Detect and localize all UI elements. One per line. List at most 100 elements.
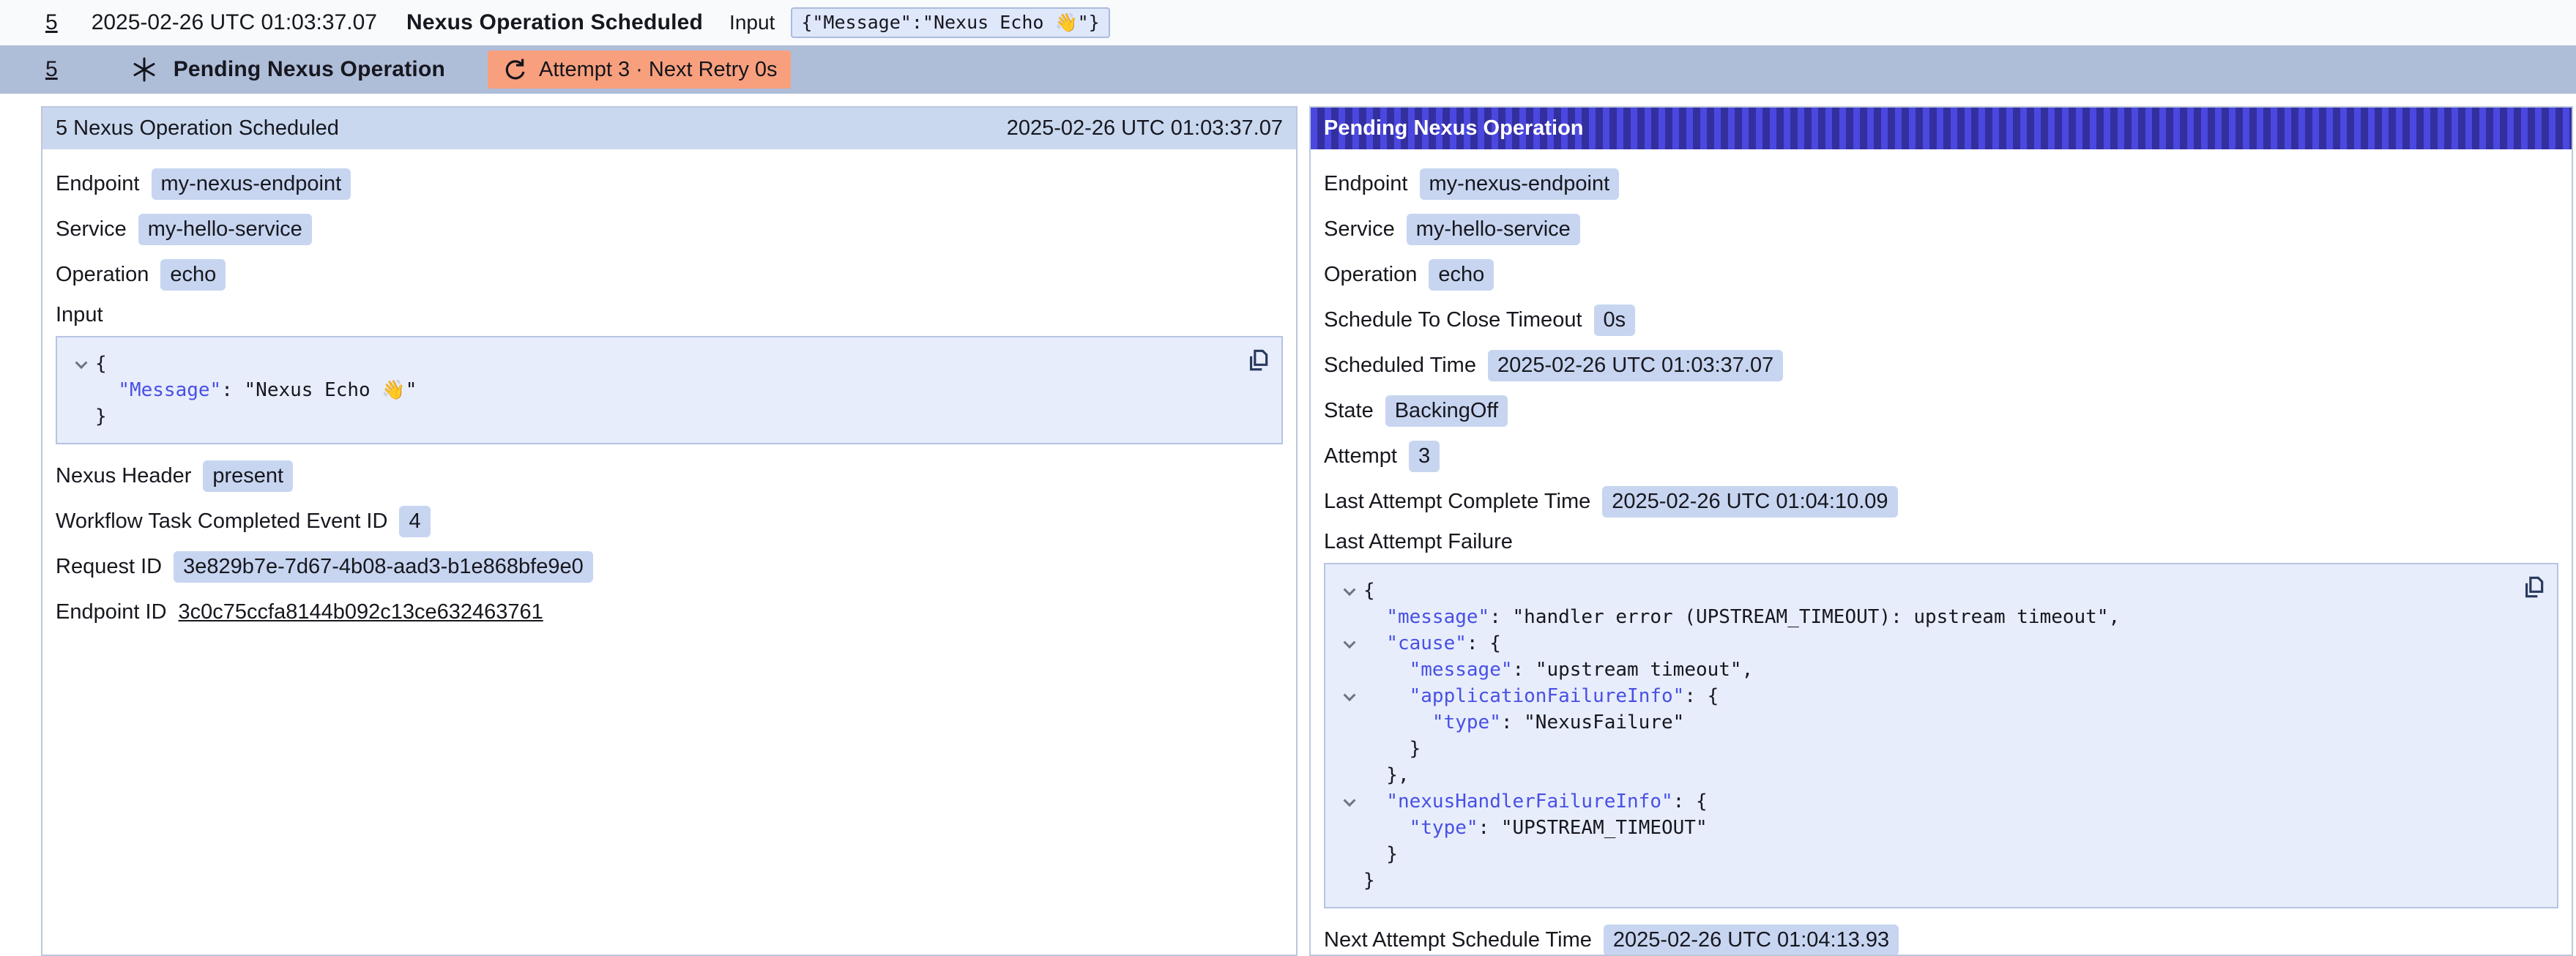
code-line: {	[67, 351, 1267, 377]
code-line: "applicationFailureInfo": {	[1336, 683, 2542, 709]
field-row: Service my-hello-service	[56, 212, 1283, 246]
field-row: Service my-hello-service	[1324, 212, 2558, 246]
code-text: }	[1363, 843, 1398, 865]
field-label: Schedule To Close Timeout	[1324, 308, 1582, 332]
field-label: Service	[56, 217, 127, 242]
collapse-chevron-icon[interactable]	[1336, 586, 1363, 595]
field-row: Schedule To Close Timeout 0s	[1324, 303, 2558, 337]
code-text: "type": "UPSTREAM_TIMEOUT"	[1363, 817, 1708, 839]
collapse-chevron-icon[interactable]	[1336, 639, 1363, 648]
input-preview-chip[interactable]: {"Message":"Nexus Echo 👋"}	[791, 7, 1109, 38]
next-attempt-field-row: Next Attempt Schedule Time 2025-02-26 UT…	[1324, 923, 2558, 956]
field-row: Scheduled Time 2025-02-26 UTC 01:03:37.0…	[1324, 348, 2558, 382]
field-label: Request ID	[56, 555, 162, 579]
field-label: Nexus Header	[56, 464, 191, 488]
code-line: "message": "handler error (UPSTREAM_TIME…	[1336, 604, 2542, 630]
field-label: State	[1324, 399, 1374, 423]
event-row-scheduled[interactable]: 5 2025-02-26 UTC 01:03:37.07 Nexus Opera…	[0, 0, 2576, 45]
field-label: Operation	[56, 263, 149, 287]
field-row: Last Attempt Complete Time 2025-02-26 UT…	[1324, 485, 2558, 518]
copy-icon[interactable]	[1243, 346, 1271, 374]
pending-id-link[interactable]: 5	[45, 57, 58, 82]
pending-title: Pending Nexus Operation	[174, 57, 445, 82]
field-label: Endpoint ID	[56, 600, 167, 624]
code-line: "cause": {	[1336, 630, 2542, 657]
collapse-chevron-icon[interactable]	[1336, 692, 1363, 701]
pending-asterisk-icon	[131, 56, 157, 83]
code-text: {	[95, 353, 107, 375]
field-value: echo	[1429, 259, 1494, 291]
code-line: {	[1336, 578, 2542, 604]
field-label: Attempt	[1324, 444, 1397, 468]
code-text: "type": "NexusFailure"	[1363, 712, 1684, 733]
scheduled-panel-header: 5 Nexus Operation Scheduled 2025-02-26 U…	[42, 108, 1296, 149]
pending-panel-title: Pending Nexus Operation	[1324, 116, 1584, 141]
pending-operation-panel: Pending Nexus Operation Endpoint my-nexu…	[1309, 106, 2573, 956]
event-id-link[interactable]: 5	[45, 10, 58, 35]
event-row-pending[interactable]: 5 Pending Nexus Operation Attempt 3 · Ne…	[0, 45, 2576, 94]
field-value: my-nexus-endpoint	[1420, 168, 1620, 200]
code-text: "message": "upstream timeout",	[1363, 659, 1753, 681]
field-row: Operation echo	[1324, 258, 2558, 291]
scheduled-panel-title: 5 Nexus Operation Scheduled	[56, 116, 339, 141]
code-line: "type": "NexusFailure"	[1336, 709, 2542, 736]
code-text: }	[1363, 870, 1375, 892]
code-line: }	[1336, 841, 2542, 867]
code-line: }	[67, 403, 1267, 430]
retry-status-badge: Attempt 3 · Next Retry 0s	[488, 51, 791, 89]
scheduled-fields-top: Endpoint my-nexus-endpoint Service my-he…	[56, 167, 1283, 291]
code-text: }	[1363, 738, 1421, 760]
code-line: "Message": "Nexus Echo 👋"	[67, 377, 1267, 403]
field-value: 3	[1409, 441, 1440, 472]
failure-json-viewer: { "message": "handler error (UPSTREAM_TI…	[1324, 563, 2558, 908]
code-text: "nexusHandlerFailureInfo": {	[1363, 791, 1708, 813]
field-value: my-hello-service	[138, 214, 312, 245]
field-row: State BackingOff	[1324, 394, 2558, 427]
scheduled-fields-bottom: Nexus Header present Workflow Task Compl…	[56, 459, 1283, 629]
pending-panel-header: Pending Nexus Operation	[1311, 108, 2572, 149]
field-row: Workflow Task Completed Event ID 4	[56, 504, 1283, 538]
field-row: Endpoint ID 3c0c75ccfa8144b092c13ce63246…	[56, 595, 1283, 629]
code-text: },	[1363, 764, 1410, 786]
field-value: 2025-02-26 UTC 01:04:10.09	[1602, 486, 1897, 518]
field-value: echo	[160, 259, 226, 291]
field-label: Next Attempt Schedule Time	[1324, 928, 1592, 952]
collapse-chevron-icon[interactable]	[1336, 797, 1363, 806]
failure-section-label: Last Attempt Failure	[1324, 530, 2558, 554]
detail-panels: 5 Nexus Operation Scheduled 2025-02-26 U…	[41, 106, 2573, 956]
code-text: "cause": {	[1363, 632, 1501, 654]
field-label: Endpoint	[56, 172, 140, 196]
code-line: "type": "UPSTREAM_TIMEOUT"	[1336, 815, 2542, 841]
copy-icon[interactable]	[2519, 573, 2547, 601]
field-value: 0s	[1594, 305, 1636, 336]
field-label: Last Attempt Complete Time	[1324, 490, 1590, 514]
code-text: "applicationFailureInfo": {	[1363, 685, 1719, 707]
input-section-label: Input	[56, 303, 1283, 327]
field-value: BackingOff	[1385, 395, 1508, 427]
code-text: }	[95, 406, 107, 427]
input-label: Input	[729, 11, 775, 34]
scheduled-event-panel: 5 Nexus Operation Scheduled 2025-02-26 U…	[41, 106, 1298, 956]
collapse-chevron-icon[interactable]	[67, 359, 95, 368]
code-line: }	[1336, 736, 2542, 762]
field-value[interactable]: 3c0c75ccfa8144b092c13ce632463761	[179, 600, 543, 624]
field-label: Service	[1324, 217, 1395, 242]
field-row: Attempt 3	[1324, 439, 2558, 473]
field-label: Endpoint	[1324, 172, 1408, 196]
field-row: Nexus Header present	[56, 459, 1283, 493]
field-row: Request ID 3e829b7e-7d67-4b08-aad3-b1e86…	[56, 550, 1283, 583]
scheduled-panel-time: 2025-02-26 UTC 01:03:37.07	[1007, 116, 1283, 141]
code-line: "nexusHandlerFailureInfo": {	[1336, 788, 2542, 815]
field-value: 3e829b7e-7d67-4b08-aad3-b1e868bfe9e0	[174, 551, 593, 583]
code-line: }	[1336, 867, 2542, 894]
field-label: Operation	[1324, 263, 1417, 287]
event-title: Nexus Operation Scheduled	[406, 10, 703, 35]
pending-fields: Endpoint my-nexus-endpoint Service my-he…	[1324, 167, 2558, 518]
field-value: present	[203, 460, 293, 492]
field-value: 4	[399, 506, 430, 537]
field-label: Workflow Task Completed Event ID	[56, 509, 387, 534]
field-row: Operation echo	[56, 258, 1283, 291]
code-line: },	[1336, 762, 2542, 788]
code-line: "message": "upstream timeout",	[1336, 657, 2542, 683]
code-text: {	[1363, 580, 1375, 602]
